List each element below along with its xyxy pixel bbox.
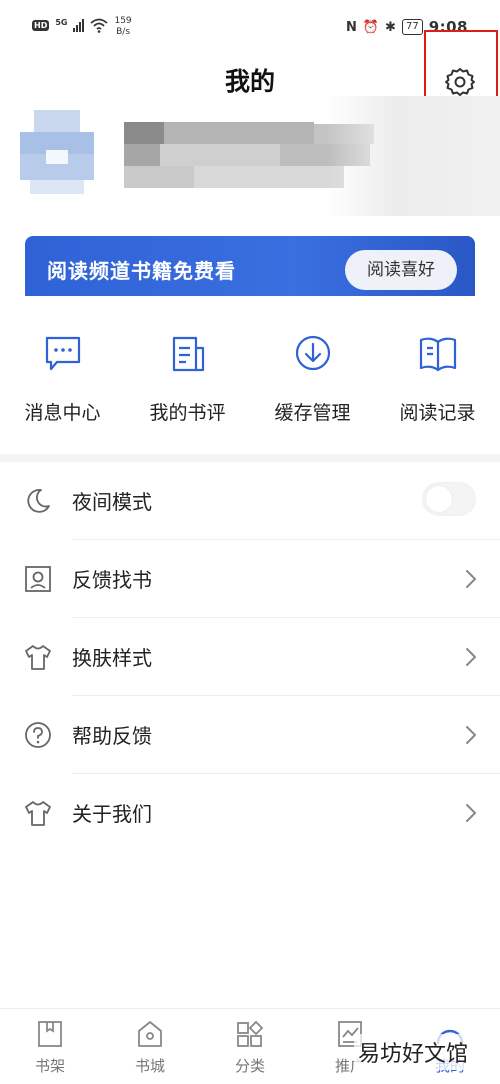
hd-badge: HD <box>32 20 50 31</box>
download-icon <box>295 335 330 371</box>
watermark: 易坊好文馆 <box>353 1034 472 1070</box>
nav-bookshelf[interactable]: 书架 <box>0 1019 100 1076</box>
quick-action-label: 我的书评 <box>149 402 226 424</box>
section-divider <box>0 454 500 462</box>
book-review-icon <box>172 336 204 372</box>
quick-action-label: 阅读记录 <box>399 402 476 424</box>
quick-actions: 消息中心 我的书评 缓存管理 阅读记录 <box>0 332 500 432</box>
alarm-icon: ⏰ <box>362 19 380 35</box>
promo-banner[interactable]: 阅读频道书籍免费看 阅读喜好 <box>25 236 475 296</box>
quick-action-cache[interactable]: 缓存管理 <box>250 332 375 425</box>
battery-indicator: 77 <box>401 19 423 35</box>
toggle-knob <box>426 486 452 512</box>
moon-icon <box>27 489 50 513</box>
search-book-icon <box>25 566 51 592</box>
menu-row-help[interactable]: 帮助反馈 <box>0 696 500 774</box>
chevron-right-icon <box>466 804 476 822</box>
bookshelf-icon <box>38 1021 62 1047</box>
nfc-icon: N <box>345 19 357 35</box>
category-icon <box>237 1020 264 1047</box>
speed-value: 159 <box>114 16 132 26</box>
menu-label: 帮助反馈 <box>72 724 152 748</box>
chevron-right-icon <box>466 570 476 588</box>
nav-category[interactable]: 分类 <box>200 1019 300 1076</box>
banner-title: 阅读频道书籍免费看 <box>47 259 236 283</box>
quick-action-history[interactable]: 阅读记录 <box>375 332 500 425</box>
shirt-icon <box>25 645 51 670</box>
help-icon <box>25 722 51 748</box>
menu-label: 换肤样式 <box>72 646 152 670</box>
blurred-region <box>326 96 500 216</box>
nav-label: 分类 <box>234 1057 265 1075</box>
quick-action-label: 消息中心 <box>24 402 101 424</box>
menu-row-night-mode[interactable]: 夜间模式 <box>0 462 500 540</box>
chevron-right-icon <box>466 726 476 744</box>
menu-row-feedback-book[interactable]: 反馈找书 <box>0 540 500 618</box>
network-speed: 159 B/s <box>114 16 131 38</box>
menu-label: 反馈找书 <box>72 568 152 592</box>
quick-action-messages[interactable]: 消息中心 <box>0 332 125 425</box>
shirt-icon <box>25 801 51 826</box>
bluetooth-icon: ✱ <box>385 19 396 35</box>
speed-unit: B/s <box>116 27 131 37</box>
menu-label: 关于我们 <box>72 802 152 826</box>
wifi-icon <box>90 18 109 33</box>
nav-store[interactable]: 书城 <box>100 1019 200 1076</box>
reading-preference-button[interactable]: 阅读喜好 <box>345 250 457 290</box>
nav-label: 书架 <box>34 1057 65 1075</box>
chevron-right-icon <box>466 648 476 666</box>
menu-row-skin[interactable]: 换肤样式 <box>0 618 500 696</box>
open-book-icon <box>419 337 456 372</box>
menu-label: 夜间模式 <box>72 490 152 514</box>
night-mode-toggle[interactable] <box>422 482 476 516</box>
signal-icon <box>73 18 85 32</box>
message-icon <box>45 336 80 371</box>
avatar[interactable] <box>20 110 94 194</box>
network-type: 5G <box>55 18 68 27</box>
menu-row-about[interactable]: 关于我们 <box>0 774 500 852</box>
quick-action-reviews[interactable]: 我的书评 <box>125 332 250 425</box>
quick-action-label: 缓存管理 <box>274 402 351 424</box>
nav-label: 书城 <box>134 1057 165 1075</box>
store-icon <box>138 1021 162 1047</box>
